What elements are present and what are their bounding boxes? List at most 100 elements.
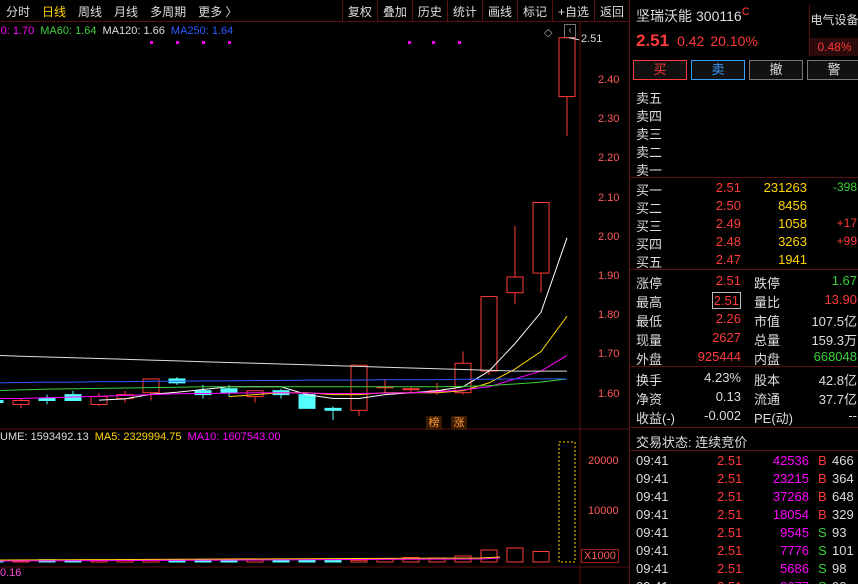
candle[interactable] <box>116 390 134 403</box>
candle[interactable] <box>558 37 576 136</box>
period-tab-2[interactable]: 周线 <box>72 3 108 20</box>
tool-button-0[interactable]: 复权 <box>341 0 377 22</box>
price-tick: 1.60 <box>598 387 620 400</box>
order-row[interactable]: 买二 2.50 8456 <box>630 198 858 216</box>
stat-row: 净资 0.13 流通 37.7亿 <box>630 389 858 408</box>
signal-dot <box>458 41 461 44</box>
tool-button-6[interactable]: +自选 <box>551 0 594 22</box>
sector-box[interactable]: 电气设备 0.48% <box>809 5 858 57</box>
stat-label: 跌停 <box>754 276 781 291</box>
order-label: 买二 <box>636 201 663 216</box>
tick-price: 2.51 <box>717 525 743 540</box>
stat-label: 市值 <box>754 314 781 329</box>
volume-legend: VOLUME: 1593492.13 MA5: 2329994.75 MA10: 1… <box>0 429 287 445</box>
chart-tools: 复权 叠加 历史 统计 画线 标记 +自选 返回 <box>341 0 629 22</box>
order-row[interactable]: 卖一 <box>630 160 858 178</box>
tick-row[interactable]: 09:41 2.51 37268 B 648 <box>630 489 858 507</box>
period-tab-4[interactable]: 多周期 <box>144 3 192 20</box>
order-row[interactable]: 卖二 <box>630 142 858 160</box>
candle[interactable] <box>506 226 524 305</box>
period-tab-5[interactable]: 更多 〉 <box>192 3 243 20</box>
price-tick: 2.10 <box>598 191 620 204</box>
sell-button[interactable]: 卖 <box>691 60 745 80</box>
candle[interactable] <box>324 406 342 421</box>
volume-bar[interactable] <box>558 441 576 563</box>
stat-label: 净资 <box>636 392 663 407</box>
tool-button-5[interactable]: 标记 <box>516 0 552 22</box>
tick-side: B <box>818 489 827 504</box>
stat-value: 13.90 <box>824 292 857 307</box>
tick-row[interactable]: 09:41 2.51 5686 S 98 <box>630 561 858 579</box>
volume-bar[interactable] <box>532 551 550 563</box>
limit-up-badge[interactable]: 涨 <box>451 416 467 430</box>
tick-price: 2.51 <box>717 579 742 584</box>
order-row[interactable]: 买一 2.51 231263 -398 <box>630 180 858 198</box>
tool-button-4[interactable]: 画线 <box>481 0 517 22</box>
tool-button-3[interactable]: 统计 <box>446 0 482 22</box>
alert-button[interactable]: 警 <box>807 60 858 80</box>
period-tab-1[interactable]: 日线 <box>36 3 72 20</box>
order-label: 买四 <box>636 237 663 252</box>
ma-line <box>228 315 568 398</box>
tick-count: 648 <box>832 489 854 504</box>
tick-time: 09:41 <box>636 525 669 540</box>
tick-row[interactable]: 09:41 2.51 9545 S 93 <box>630 525 858 543</box>
kline-chart[interactable]: 2.51 <box>0 22 629 584</box>
stat-value: 107.5亿 <box>811 314 857 329</box>
tick-price: 2.51 <box>717 471 743 486</box>
period-tab-0[interactable]: 分时 <box>0 3 36 20</box>
tool-button-2[interactable]: 历史 <box>411 0 447 22</box>
candle[interactable] <box>454 351 472 395</box>
order-row[interactable]: 买五 2.47 1941 <box>630 252 858 270</box>
period-tab-3[interactable]: 月线 <box>108 3 144 20</box>
cancel-order-button[interactable]: 撤 <box>749 60 803 80</box>
tick-volume: 9545 <box>780 525 809 540</box>
tick-count: 90 <box>832 579 846 584</box>
tool-button-7[interactable]: 返回 <box>593 0 629 22</box>
volume-bar[interactable] <box>480 549 498 563</box>
order-label: 卖二 <box>636 145 663 160</box>
order-row[interactable]: 买三 2.49 1058 +17 <box>630 216 858 234</box>
candle[interactable] <box>272 388 290 399</box>
tick-row[interactable]: 09:41 2.51 18054 B 329 <box>630 507 858 525</box>
order-row[interactable]: 卖四 <box>630 106 858 124</box>
order-row[interactable]: 卖五 <box>630 88 858 106</box>
tick-volume: 42536 <box>772 453 809 468</box>
tick-list[interactable]: 09:41 2.51 42536 B 466 09:41 2.51 23215 B 364 09:4… <box>630 450 858 584</box>
volume-bar[interactable] <box>350 559 368 563</box>
rank-badge[interactable]: 榜 <box>426 416 442 430</box>
tick-count: 98 <box>832 561 847 576</box>
candle[interactable] <box>38 394 56 405</box>
candle[interactable] <box>0 397 4 405</box>
tick-price: 2.51 <box>717 489 743 504</box>
order-price: 2.48 <box>715 234 741 249</box>
tick-row[interactable]: 09:41 2.51 7776 S 101 <box>630 543 858 561</box>
tick-volume: 18054 <box>772 507 809 522</box>
stock-code: 300116 <box>696 8 742 24</box>
tick-row[interactable]: 09:41 2.51 9677 S 90 <box>630 579 858 584</box>
candle[interactable] <box>12 398 30 409</box>
tick-row[interactable]: 09:41 2.51 23215 B 364 <box>630 471 858 489</box>
candle[interactable] <box>142 378 160 401</box>
stock-name: 坚瑞沃能 <box>636 8 692 24</box>
tool-button-1[interactable]: 叠加 <box>376 0 412 22</box>
buy-button[interactable]: 买 <box>633 60 687 80</box>
candle[interactable] <box>532 201 550 293</box>
tick-price: 2.51 <box>717 453 743 468</box>
volume-bar[interactable] <box>324 560 342 563</box>
candle[interactable] <box>64 390 82 402</box>
order-row[interactable]: 买四 2.48 3263 +99 <box>630 234 858 252</box>
tick-price: 2.51 <box>717 561 743 576</box>
candle[interactable] <box>350 364 368 417</box>
vol-legend-item: VOLUME: 1593492.13 <box>0 431 89 443</box>
order-row[interactable]: 卖三 <box>630 124 858 142</box>
price-axis: 2.40 2.30 2.20 2.10 2.00 1.90 1.80 1.70 1.60 <box>580 22 628 582</box>
candle[interactable] <box>376 378 394 393</box>
tick-time: 09:41 <box>636 507 669 522</box>
candle[interactable] <box>480 296 498 376</box>
tick-time: 09:41 <box>636 543 669 558</box>
tick-row[interactable]: 09:41 2.51 42536 B 466 <box>630 453 858 471</box>
order-volume: 3263 <box>778 234 807 249</box>
tick-side: B <box>818 507 827 522</box>
volume-bar[interactable] <box>506 547 524 563</box>
